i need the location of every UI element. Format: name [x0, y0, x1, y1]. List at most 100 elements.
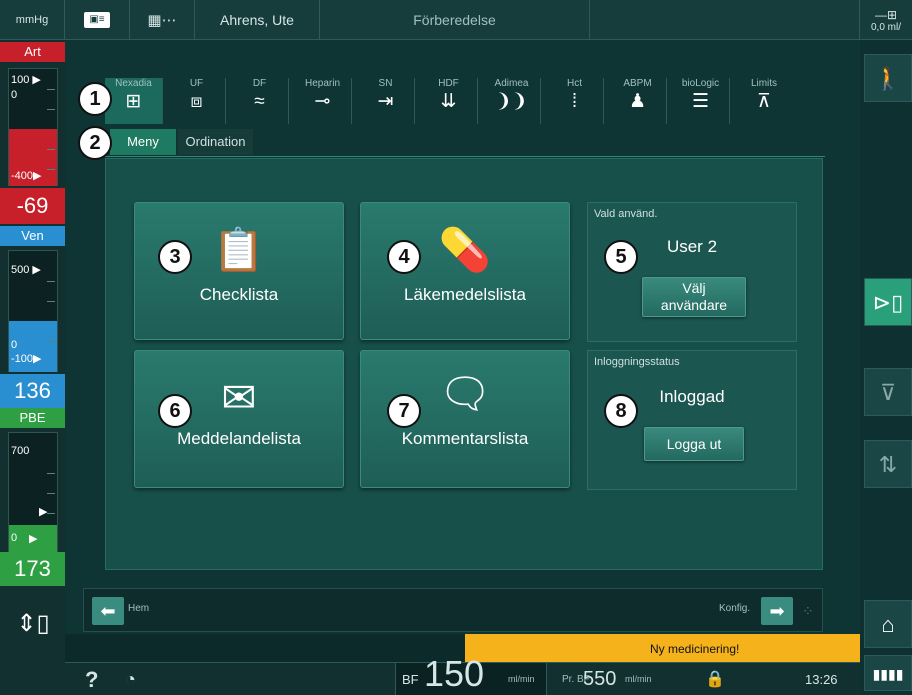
lock-icon[interactable]: 🔒 — [705, 663, 725, 695]
pressure-unit: mmHg — [0, 0, 65, 40]
uf-volume-display: —⊞ 0,0 ml/ — [860, 0, 912, 40]
adimea-icon: ❩❩ — [495, 91, 528, 112]
art-value: -69 — [0, 188, 65, 224]
tab-df-label: DF — [252, 78, 267, 89]
home-back-button[interactable]: ⬅ — [92, 597, 124, 625]
pbe-label: PBE — [0, 408, 65, 428]
marker-3: 3 — [158, 240, 192, 274]
art-zero: 0 — [11, 89, 18, 101]
select-user-label-2: användare — [660, 297, 728, 313]
tab-bar: Nexadia ⊞ UF ⧈ DF ≈ Heparin ⊸ SN ⇥ HDF ⇊… — [100, 78, 825, 126]
card-reader-icon[interactable]: ▣≡ — [65, 0, 130, 40]
marker-4: 4 — [387, 240, 421, 274]
pbe-value: 173 — [0, 552, 65, 586]
tab-hdf-label: HDF — [438, 78, 459, 89]
tab-abpm-label: ABPM — [623, 78, 652, 89]
checklist-label: Checklista — [199, 285, 279, 304]
tab-df[interactable]: DF ≈ — [231, 78, 289, 124]
ven-zero: 0 — [11, 339, 18, 351]
marker-2: 2 — [78, 126, 112, 160]
pressure-panel: Art 100 ▶ 0 -400▶ -69 Ven 500 ▶ 0 -100▶ … — [0, 40, 65, 695]
sn-icon: ⇥ — [377, 91, 394, 112]
uf-volume-unit: ml/ — [887, 21, 902, 33]
marker-6: 6 — [158, 394, 192, 428]
art-bottom-limit: -400▶ — [11, 170, 42, 182]
bottom-bar: ? ◔ BF 150 ml/min Pr. BF 550 ml/min 🔒 13… — [65, 656, 860, 695]
tab-uf[interactable]: UF ⧈ — [168, 78, 226, 124]
logout-button[interactable]: Logga ut — [644, 427, 744, 461]
therapy-icon[interactable]: ⊳▯ — [864, 278, 912, 326]
marker-1: 1 — [78, 82, 112, 116]
top-bar: mmHg ▣≡ ▦⋯ Ahrens, Ute Förberedelse —⊞ 0… — [0, 0, 912, 40]
art-label: Art — [0, 42, 65, 62]
tab-sn[interactable]: SN ⇥ — [357, 78, 415, 124]
home-label: Hem — [128, 603, 150, 614]
arrow-right-icon: ➡ — [769, 601, 785, 621]
pbe-gauge[interactable]: 700 ▶ 0 ▶ — [8, 432, 58, 552]
subtab-ordination[interactable]: Ordination — [178, 129, 253, 155]
subtab-meny[interactable]: Meny — [110, 129, 176, 155]
medication-list-label: Läkemedelslista — [404, 285, 526, 304]
drain-icon[interactable]: ⊽ — [864, 368, 912, 416]
ven-value: 136 — [0, 374, 65, 408]
navigation-bar: ⬅ Hem Konfig. ➡ ⁘ — [83, 588, 823, 632]
pbe-top-limit: 700 — [11, 445, 30, 457]
tab-hct-label: Hct — [567, 78, 582, 89]
bf-unit: ml/min — [508, 674, 535, 684]
tab-biologic[interactable]: bioLogic ☰ — [672, 78, 730, 124]
tab-heparin[interactable]: Heparin ⊸ — [294, 78, 352, 124]
selected-user-title: Vald använd. — [594, 208, 658, 220]
alert-banner[interactable]: Ny medicinering! — [465, 634, 860, 662]
tab-biologic-label: bioLogic — [681, 78, 720, 89]
df-icon: ≈ — [254, 91, 265, 112]
prbf-value: 550 — [583, 668, 617, 690]
patient-name[interactable]: Ahrens, Ute — [195, 0, 320, 40]
home-icon[interactable]: ⌂ — [864, 600, 912, 648]
grid-icon: ⁘ — [802, 603, 814, 619]
uf-icon: ⧈ — [190, 91, 203, 112]
tab-hct[interactable]: Hct ⁞ — [546, 78, 604, 124]
marker-7: 7 — [387, 394, 421, 428]
tab-limits[interactable]: Limits ⊼ — [735, 78, 793, 124]
uf-volume-value: 0,0 — [870, 21, 885, 33]
prbf-unit: ml/min — [625, 674, 652, 684]
login-status-title: Inloggningsstatus — [594, 356, 680, 368]
art-top-limit: 100 ▶ — [11, 74, 41, 86]
tab-nexadia[interactable]: Nexadia ⊞ — [105, 78, 163, 124]
ven-gauge[interactable]: 500 ▶ 0 -100▶ — [8, 250, 58, 372]
abpm-icon: ♟ — [628, 91, 647, 112]
comment-list-label: Kommentarslista — [401, 429, 529, 448]
pressure-adjust-icon[interactable]: ⇕▯ — [8, 600, 58, 648]
pbe-upper-marker: ▶ — [39, 506, 48, 518]
volume-bars-icon[interactable]: ▮▮▮▮ — [864, 655, 912, 691]
config-forward-button[interactable]: ➡ — [761, 597, 793, 625]
alert-text: Ny medicinering! — [650, 642, 740, 656]
tab-nexadia-label: Nexadia — [115, 78, 152, 89]
tab-abpm[interactable]: ABPM ♟ — [609, 78, 667, 124]
patient-connect-icon[interactable]: 🚶 — [864, 54, 912, 102]
topbar-empty — [590, 0, 860, 40]
tab-sn-label: SN — [378, 78, 393, 89]
hct-icon: ⁞ — [571, 91, 578, 112]
timer-icon[interactable]: ◔ — [125, 663, 136, 695]
tab-hdf[interactable]: HDF ⇊ — [420, 78, 478, 124]
device-status-icon[interactable]: ▦⋯ — [130, 0, 195, 40]
help-button[interactable]: ? — [85, 663, 98, 695]
arrow-left-icon: ⬅ — [100, 601, 116, 621]
tab-limits-label: Limits — [750, 78, 778, 89]
blood-flow-display[interactable]: BF 150 ml/min — [395, 656, 547, 695]
select-user-button[interactable]: Välj användare — [642, 277, 746, 317]
disinfection-icon[interactable]: ⇅ — [864, 440, 912, 488]
nexadia-icon: ⊞ — [125, 91, 142, 112]
biologic-icon: ☰ — [691, 91, 710, 112]
ven-bottom-limit: -100▶ — [11, 353, 42, 365]
art-gauge[interactable]: 100 ▶ 0 -400▶ — [8, 68, 58, 186]
marker-8: 8 — [604, 394, 638, 428]
pbe-zero: 0 — [11, 532, 18, 544]
ven-top-limit: 500 ▶ — [11, 264, 41, 276]
phase-label: Förberedelse — [320, 0, 590, 40]
syringe-icon: ⊸ — [314, 91, 331, 112]
config-label: Konfig. — [719, 603, 751, 614]
tab-adimea[interactable]: Adimea ❩❩ — [483, 78, 541, 124]
medication-list-button[interactable]: 💊 Läkemedelslista — [360, 202, 570, 340]
